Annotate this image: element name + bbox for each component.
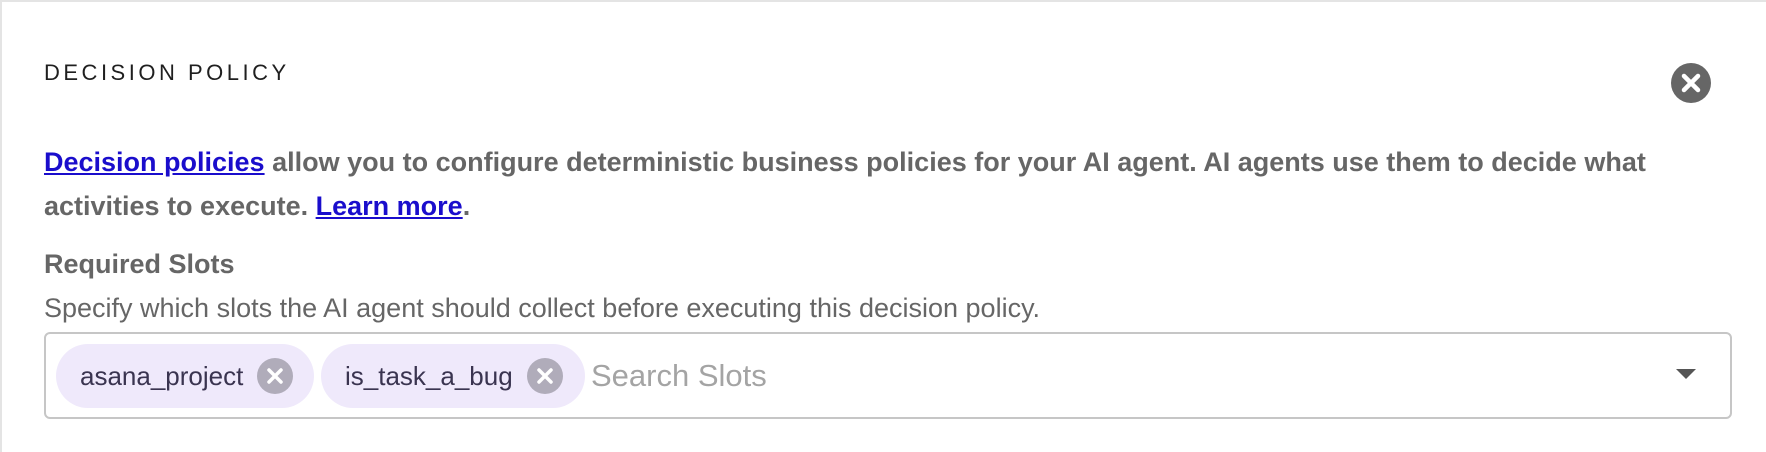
chip-label: asana_project [80,360,244,391]
decision-policies-link[interactable]: Decision policies [44,147,265,177]
description-period: . [462,191,471,221]
required-slots-label: Required Slots [44,249,235,279]
chip-label: is_task_a_bug [345,360,513,391]
remove-circle-icon [536,368,553,384]
search-slots-input[interactable] [591,348,1591,404]
remove-chip-button[interactable] [257,358,294,394]
description: Decision policies allow you to configure… [44,140,1694,228]
remove-circle-icon [267,368,284,384]
slot-chip-is-task-a-bug: is_task_a_bug [321,344,585,408]
decision-policy-panel: DECISION POLICY Decision policies allow … [0,0,1766,452]
learn-more-link[interactable]: Learn more [316,191,463,221]
close-icon [1681,73,1701,93]
slot-chip-asana-project: asana_project [56,344,314,408]
close-button[interactable] [1671,63,1711,103]
caret-down-icon[interactable] [1674,367,1698,381]
description-text: allow you to configure deterministic bus… [44,147,1646,221]
required-slots-help: Specify which slots the AI agent should … [44,293,1041,323]
slots-multiselect[interactable]: asana_project is_task_a_bug [44,332,1732,419]
remove-chip-button[interactable] [526,358,563,394]
panel-title: DECISION POLICY [44,60,290,85]
